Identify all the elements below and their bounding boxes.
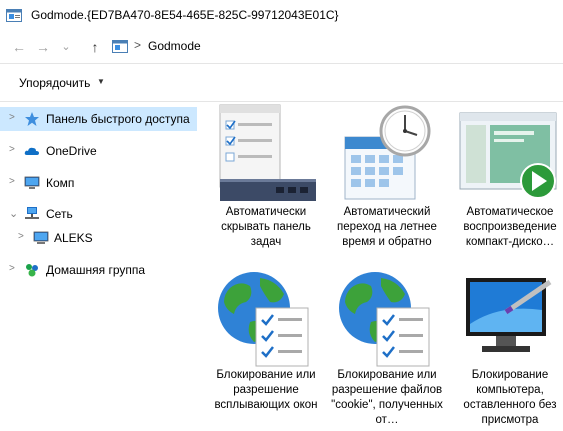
chevron-right-icon[interactable]: >: [9, 144, 15, 155]
item-label: Автоматическое воспроизведение компакт-д…: [463, 206, 557, 248]
cloud-icon: [24, 147, 39, 155]
sidebar-item-label: Комп: [46, 176, 75, 190]
breadcrumb-separator[interactable]: >: [134, 38, 141, 52]
chevron-down-icon[interactable]: ▼: [97, 77, 105, 86]
globe-checklist-icon: [339, 272, 430, 367]
items-view: Автоматически скрывать панель задач Авто…: [200, 101, 563, 431]
title-bar: Godmode.{ED7BA470-8E54-465E-825C-9971204…: [0, 0, 563, 31]
sidebar-item-label: Сеть: [46, 207, 73, 221]
address-bar-row: ← → ⌄ ↑ > Godmode: [0, 31, 563, 63]
item-label: Автоматический переход на летнее время и…: [337, 206, 437, 248]
item-popup-blocker[interactable]: Блокирование или разрешение всплывающих …: [206, 264, 326, 424]
item-autoplay[interactable]: Автоматическое воспроизведение компакт-д…: [450, 101, 563, 261]
network-icon: [25, 207, 39, 219]
window-title: Godmode.{ED7BA470-8E54-465E-825C-9971204…: [31, 8, 339, 22]
sidebar-item-label: ALEKS: [54, 231, 93, 245]
chevron-right-icon[interactable]: >: [9, 263, 15, 274]
up-button[interactable]: ↑: [86, 38, 104, 56]
item-lock-computer[interactable]: Блокирование компьютера, оставленного бе…: [450, 264, 563, 426]
organize-button[interactable]: Упорядочить: [19, 76, 90, 90]
back-button[interactable]: ←: [10, 38, 28, 56]
control-panel-icon: [6, 9, 22, 22]
item-taskbar-autohide[interactable]: Автоматически скрывать панель задач: [206, 101, 326, 261]
sidebar-item-label: Домашняя группа: [46, 263, 146, 277]
chevron-right-icon[interactable]: >: [18, 231, 24, 242]
homegroup-icon: [26, 264, 38, 277]
chevron-down-icon[interactable]: ⌄: [9, 207, 18, 220]
computer-icon: [24, 176, 40, 189]
autoplay-icon: [459, 112, 557, 199]
chevron-right-icon[interactable]: >: [9, 112, 15, 123]
globe-checklist-icon: [218, 272, 309, 367]
sidebar-item-aleks[interactable]: > ALEKS: [0, 226, 197, 250]
item-cookie-blocker[interactable]: Блокирование или разрешение файлов "cook…: [327, 264, 447, 426]
item-daylight-saving[interactable]: Автоматический переход на летнее время и…: [327, 101, 447, 261]
sidebar-item-network[interactable]: ⌄ Сеть: [0, 202, 197, 226]
sidebar-item-label: Панель быстрого доступа: [46, 112, 190, 126]
taskbar-settings-icon: [219, 104, 316, 201]
breadcrumb-godmode[interactable]: Godmode: [148, 39, 201, 53]
sidebar-item-homegroup[interactable]: > Домашняя группа: [0, 258, 197, 282]
monitor-icon: [33, 231, 49, 244]
sidebar-item-label: OneDrive: [46, 144, 97, 158]
item-label: Автоматически скрывать панель задач: [221, 206, 311, 248]
chevron-right-icon[interactable]: >: [9, 176, 15, 187]
forward-button[interactable]: →: [34, 38, 52, 56]
sidebar-item-computer[interactable]: > Комп: [0, 171, 197, 195]
recent-locations-button[interactable]: ⌄: [57, 38, 75, 56]
sidebar-item-quick-access[interactable]: > Панель быстрого доступа: [0, 107, 197, 131]
monitor-pen-icon: [466, 278, 552, 352]
calendar-clock-icon: [344, 105, 431, 200]
command-bar: Упорядочить ▼: [0, 63, 563, 102]
item-label: Блокирование компьютера, оставленного бе…: [463, 369, 557, 426]
sidebar-item-onedrive[interactable]: > OneDrive: [0, 139, 197, 163]
control-panel-icon: [112, 40, 128, 53]
navigation-pane: > Панель быстрого доступа > OneDrive > К…: [0, 101, 200, 431]
item-label: Блокирование или разрешение файлов "cook…: [331, 369, 443, 426]
star-icon: [25, 112, 39, 126]
address-field[interactable]: > Godmode: [110, 36, 563, 58]
item-label: Блокирование или разрешение всплывающих …: [214, 369, 318, 411]
